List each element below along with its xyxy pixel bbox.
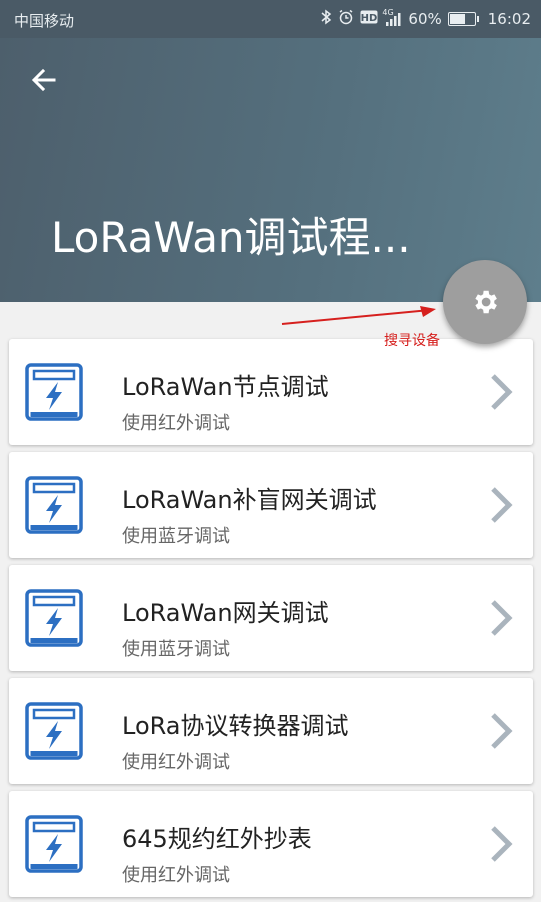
signal-icon: 4G xyxy=(382,8,402,26)
status-bar: 中国移动 HD 4G 60% 16:02 xyxy=(0,0,541,38)
item-title: LoRaWan网关调试 xyxy=(122,599,329,627)
chevron-right-icon xyxy=(491,374,513,410)
device-lightning-icon xyxy=(25,702,83,760)
device-lightning-icon xyxy=(25,815,83,873)
gear-icon xyxy=(475,290,497,314)
arrow-left-icon xyxy=(31,68,56,92)
item-title: LoRa协议转换器调试 xyxy=(122,712,349,740)
page-title: LoRaWan调试程... xyxy=(51,213,411,262)
item-title: 645规约红外抄表 xyxy=(122,825,312,853)
item-title: LoRaWan补盲网关调试 xyxy=(122,486,377,514)
chevron-right-icon xyxy=(491,600,513,636)
battery-icon xyxy=(447,12,479,26)
item-subtitle: 使用红外调试 xyxy=(122,865,230,886)
svg-text:HD: HD xyxy=(361,13,378,24)
carrier-name: 中国移动 xyxy=(14,12,75,30)
clock-time: 16:02 xyxy=(487,10,531,28)
annotation-label: 搜寻设备 xyxy=(384,333,440,349)
network-badge: 4G xyxy=(382,8,394,17)
battery-percent: 60% xyxy=(408,10,442,28)
app-header: LoRaWan调试程... xyxy=(0,38,541,302)
list-item-infrared-meter-reading[interactable]: 645规约红外抄表 使用红外调试 xyxy=(9,791,533,897)
search-device-button[interactable] xyxy=(443,260,527,344)
chevron-right-icon xyxy=(491,713,513,749)
item-subtitle: 使用红外调试 xyxy=(122,413,230,434)
item-subtitle: 使用红外调试 xyxy=(122,752,230,773)
bluetooth-icon xyxy=(320,9,332,29)
alarm-icon xyxy=(338,9,354,29)
device-lightning-icon xyxy=(25,363,83,421)
status-icons: HD 4G 60% 16:02 xyxy=(320,8,531,29)
list-item-node-debug[interactable]: LoRaWan节点调试 使用红外调试 xyxy=(9,339,533,445)
back-button[interactable] xyxy=(24,60,64,100)
hd-icon: HD xyxy=(360,10,378,28)
list-item-gateway-debug[interactable]: LoRaWan网关调试 使用蓝牙调试 xyxy=(9,565,533,671)
item-subtitle: 使用蓝牙调试 xyxy=(122,526,230,547)
item-title: LoRaWan节点调试 xyxy=(122,373,329,401)
chevron-right-icon xyxy=(491,487,513,523)
device-lightning-icon xyxy=(25,589,83,647)
item-subtitle: 使用蓝牙调试 xyxy=(122,639,230,660)
list-item-protocol-converter-debug[interactable]: LoRa协议转换器调试 使用红外调试 xyxy=(9,678,533,784)
annotation-arrow xyxy=(281,306,436,325)
chevron-right-icon xyxy=(491,826,513,862)
list-item-gap-gateway-debug[interactable]: LoRaWan补盲网关调试 使用蓝牙调试 xyxy=(9,452,533,558)
device-lightning-icon xyxy=(25,476,83,534)
